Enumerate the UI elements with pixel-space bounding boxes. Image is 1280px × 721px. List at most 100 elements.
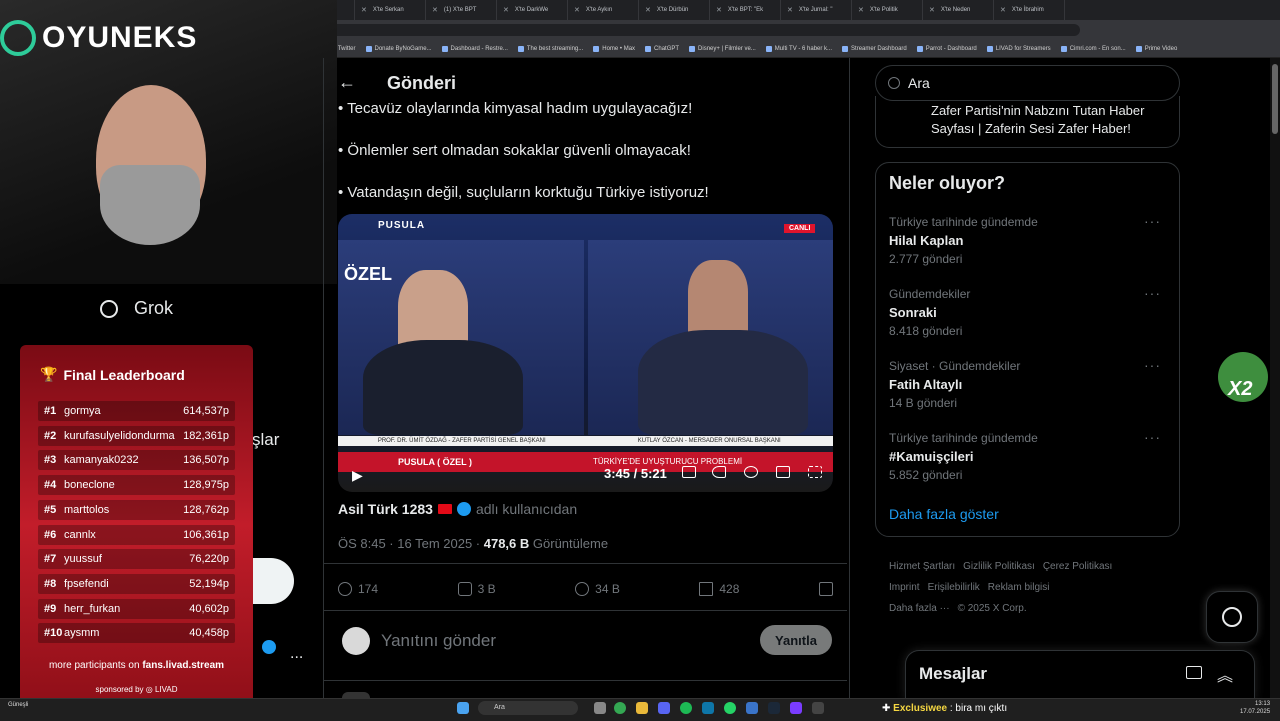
search-placeholder: Ara <box>908 75 930 91</box>
bookmark-item[interactable]: Prime Video <box>1135 45 1177 52</box>
pip-icon[interactable] <box>776 466 790 478</box>
scrollbar-thumb[interactable] <box>1272 64 1278 134</box>
nav-grok[interactable]: Grok <box>100 298 173 319</box>
more-options-icon[interactable]: ··· <box>1144 285 1161 301</box>
app-icon[interactable] <box>746 702 758 714</box>
more-options-icon[interactable]: ··· <box>1144 429 1161 445</box>
steam-icon[interactable] <box>768 702 780 714</box>
trend-item[interactable]: Siyaset · Gündemdekiler Fatih Altaylı 14 B… <box>889 357 1169 410</box>
bookmark-item[interactable]: ChatGPT <box>645 45 679 52</box>
footer-link[interactable]: © 2025 X Corp. <box>958 603 1027 614</box>
more-options-icon[interactable]: ··· <box>1144 357 1161 373</box>
video-player[interactable]: PUSULA CANLI ÖZEL PROF. DR. ÜMİT ÖZDAĞ -… <box>338 214 833 492</box>
footer-link[interactable]: Daha fazla ··· <box>889 603 950 614</box>
browser-tab[interactable]: ✕ X'te Politik <box>852 0 923 20</box>
app-icon[interactable] <box>702 702 714 714</box>
author-name[interactable]: Asil Türk 1283 <box>338 501 433 517</box>
trend-count: 5.852 gönderi <box>889 468 963 482</box>
play-icon[interactable]: ▶ <box>352 467 363 484</box>
leaderboard-name: fpsefendi <box>64 577 109 590</box>
bookmark-item[interactable]: The best streaming... <box>517 45 583 52</box>
trophy-icon: 🏆 <box>40 366 58 382</box>
taskbar-search[interactable]: Ara <box>478 701 578 715</box>
bookmark-item[interactable]: Parrot - Dashboard <box>916 45 977 52</box>
promo-text[interactable]: Zafer Partisi'nin Nabzını Tutan Haber Sa… <box>931 102 1171 138</box>
bookmark-item[interactable]: Dashboard - Restre... <box>441 45 508 52</box>
footer-link[interactable]: Gizlilik Politikası <box>963 561 1035 572</box>
bookmark-item[interactable]: Disney+ | Filmler ve... <box>689 45 756 52</box>
scrollbar[interactable] <box>1270 58 1280 698</box>
trend-item[interactable]: Gündemdekiler Sonraki 8.418 gönderi ··· <box>889 285 1169 338</box>
task-view-icon[interactable] <box>594 702 606 714</box>
browser-tab[interactable]: ✕ X'te Jurnal: " <box>781 0 852 20</box>
settings-gear-icon[interactable] <box>744 466 758 478</box>
browser-tab[interactable]: ✕ X'te DarkWe <box>497 0 568 20</box>
browser-tab[interactable]: ✕ X'te BPT: "Ek <box>710 0 781 20</box>
trend-item[interactable]: Türkiye tarihinde gündemde Hilal Kaplan 2.… <box>889 213 1169 266</box>
captions-icon[interactable] <box>682 466 696 478</box>
reply-button[interactable]: 174 <box>338 582 378 596</box>
share-icon <box>818 582 833 596</box>
expand-icon[interactable]: ︽ <box>1217 662 1233 686</box>
whatsapp-icon[interactable] <box>724 702 736 714</box>
start-icon[interactable] <box>457 702 469 714</box>
close-icon[interactable]: ✕ <box>645 6 651 14</box>
system-clock[interactable]: 13:13 17.07.2025 <box>1240 700 1270 716</box>
bookmark-item[interactable]: Donate ByNoGame... <box>365 45 432 52</box>
close-icon[interactable]: ✕ <box>858 6 864 14</box>
bookmark-item[interactable]: Cimri.com - En son... <box>1060 45 1126 52</box>
footer-link[interactable]: Hizmet Şartları <box>889 561 955 572</box>
fullscreen-icon[interactable] <box>808 466 822 478</box>
close-icon[interactable]: ✕ <box>503 6 509 14</box>
app-icon[interactable] <box>812 702 824 714</box>
chrome-icon[interactable] <box>614 702 626 714</box>
trend-item[interactable]: Türkiye tarihinde gündemde #Kamuişçileri 5… <box>889 429 1169 482</box>
close-icon[interactable]: ✕ <box>432 6 438 14</box>
bookmark-item[interactable]: LIVAD for Streamers <box>986 45 1051 52</box>
like-button[interactable]: 34 B <box>575 582 620 596</box>
bookmark-label: Cimri.com - En son... <box>1069 45 1126 52</box>
discord-icon[interactable] <box>658 702 670 714</box>
browser-tab[interactable]: ✕ X'te Aykırı <box>568 0 639 20</box>
back-arrow-icon[interactable]: ← <box>338 72 356 93</box>
browser-tab[interactable]: ✕ X'te İbrahim <box>994 0 1065 20</box>
repost-button[interactable]: 3 B <box>457 582 496 596</box>
post-button[interactable] <box>252 558 294 604</box>
footer-link[interactable]: Çerez Politikası <box>1043 561 1112 572</box>
volume-icon[interactable] <box>712 466 726 478</box>
new-message-icon[interactable] <box>1186 666 1202 679</box>
footer-link[interactable]: Erişilebilirlik <box>928 582 980 593</box>
leaderboard-row: #6 cannlx 106,361p <box>38 524 235 545</box>
close-icon[interactable]: ✕ <box>1000 6 1006 14</box>
nav-item-partial[interactable]: şlar <box>252 430 279 450</box>
share-button[interactable] <box>818 582 833 596</box>
close-icon[interactable]: ✕ <box>574 6 580 14</box>
account-more-button[interactable]: ... <box>290 645 303 663</box>
browser-tab[interactable]: ✕ X'te Serkan <box>355 0 426 20</box>
repost-attribution[interactable]: Asil Türk 1283 adlı kullanıcıdan <box>338 501 577 517</box>
spotify-icon[interactable] <box>680 702 692 714</box>
grok-floating-button[interactable] <box>1206 591 1258 643</box>
post-timestamp[interactable]: ÖS 8:45 · 16 Tem 2025 · <box>338 536 484 551</box>
footer-link[interactable]: Imprint <box>889 582 920 593</box>
more-options-icon[interactable]: ··· <box>1144 213 1161 229</box>
browser-tab[interactable]: ✕ X'te Neden <box>923 0 994 20</box>
obs-icon[interactable] <box>790 702 802 714</box>
bookmark-button[interactable]: 428 <box>699 582 739 596</box>
footer-link[interactable]: Reklam bilgisi <box>988 582 1050 593</box>
bookmark-item[interactable]: Multi TV - 6 haber k... <box>765 45 832 52</box>
browser-tab[interactable]: ✕ X'te Dürbün <box>639 0 710 20</box>
lower-third-topic: TÜRKİYE'DE UYUŞTURUCU PROBLEMİ <box>593 457 743 466</box>
close-icon[interactable]: ✕ <box>787 6 793 14</box>
folder-icon[interactable] <box>636 702 648 714</box>
reply-input[interactable]: Yanıtını gönder <box>381 631 496 651</box>
show-more-link[interactable]: Daha fazla göster <box>889 506 999 522</box>
weather-widget[interactable]: Güneşli <box>8 702 28 708</box>
browser-tab[interactable]: ✕ (1) X'te BPT <box>426 0 497 20</box>
close-icon[interactable]: ✕ <box>361 6 367 14</box>
reply-submit-button[interactable]: Yanıtla <box>760 625 832 655</box>
close-icon[interactable]: ✕ <box>716 6 722 14</box>
bookmark-item[interactable]: Streamer Dashboard <box>842 45 907 52</box>
close-icon[interactable]: ✕ <box>929 6 935 14</box>
bookmark-item[interactable]: Home • Max <box>593 45 635 52</box>
